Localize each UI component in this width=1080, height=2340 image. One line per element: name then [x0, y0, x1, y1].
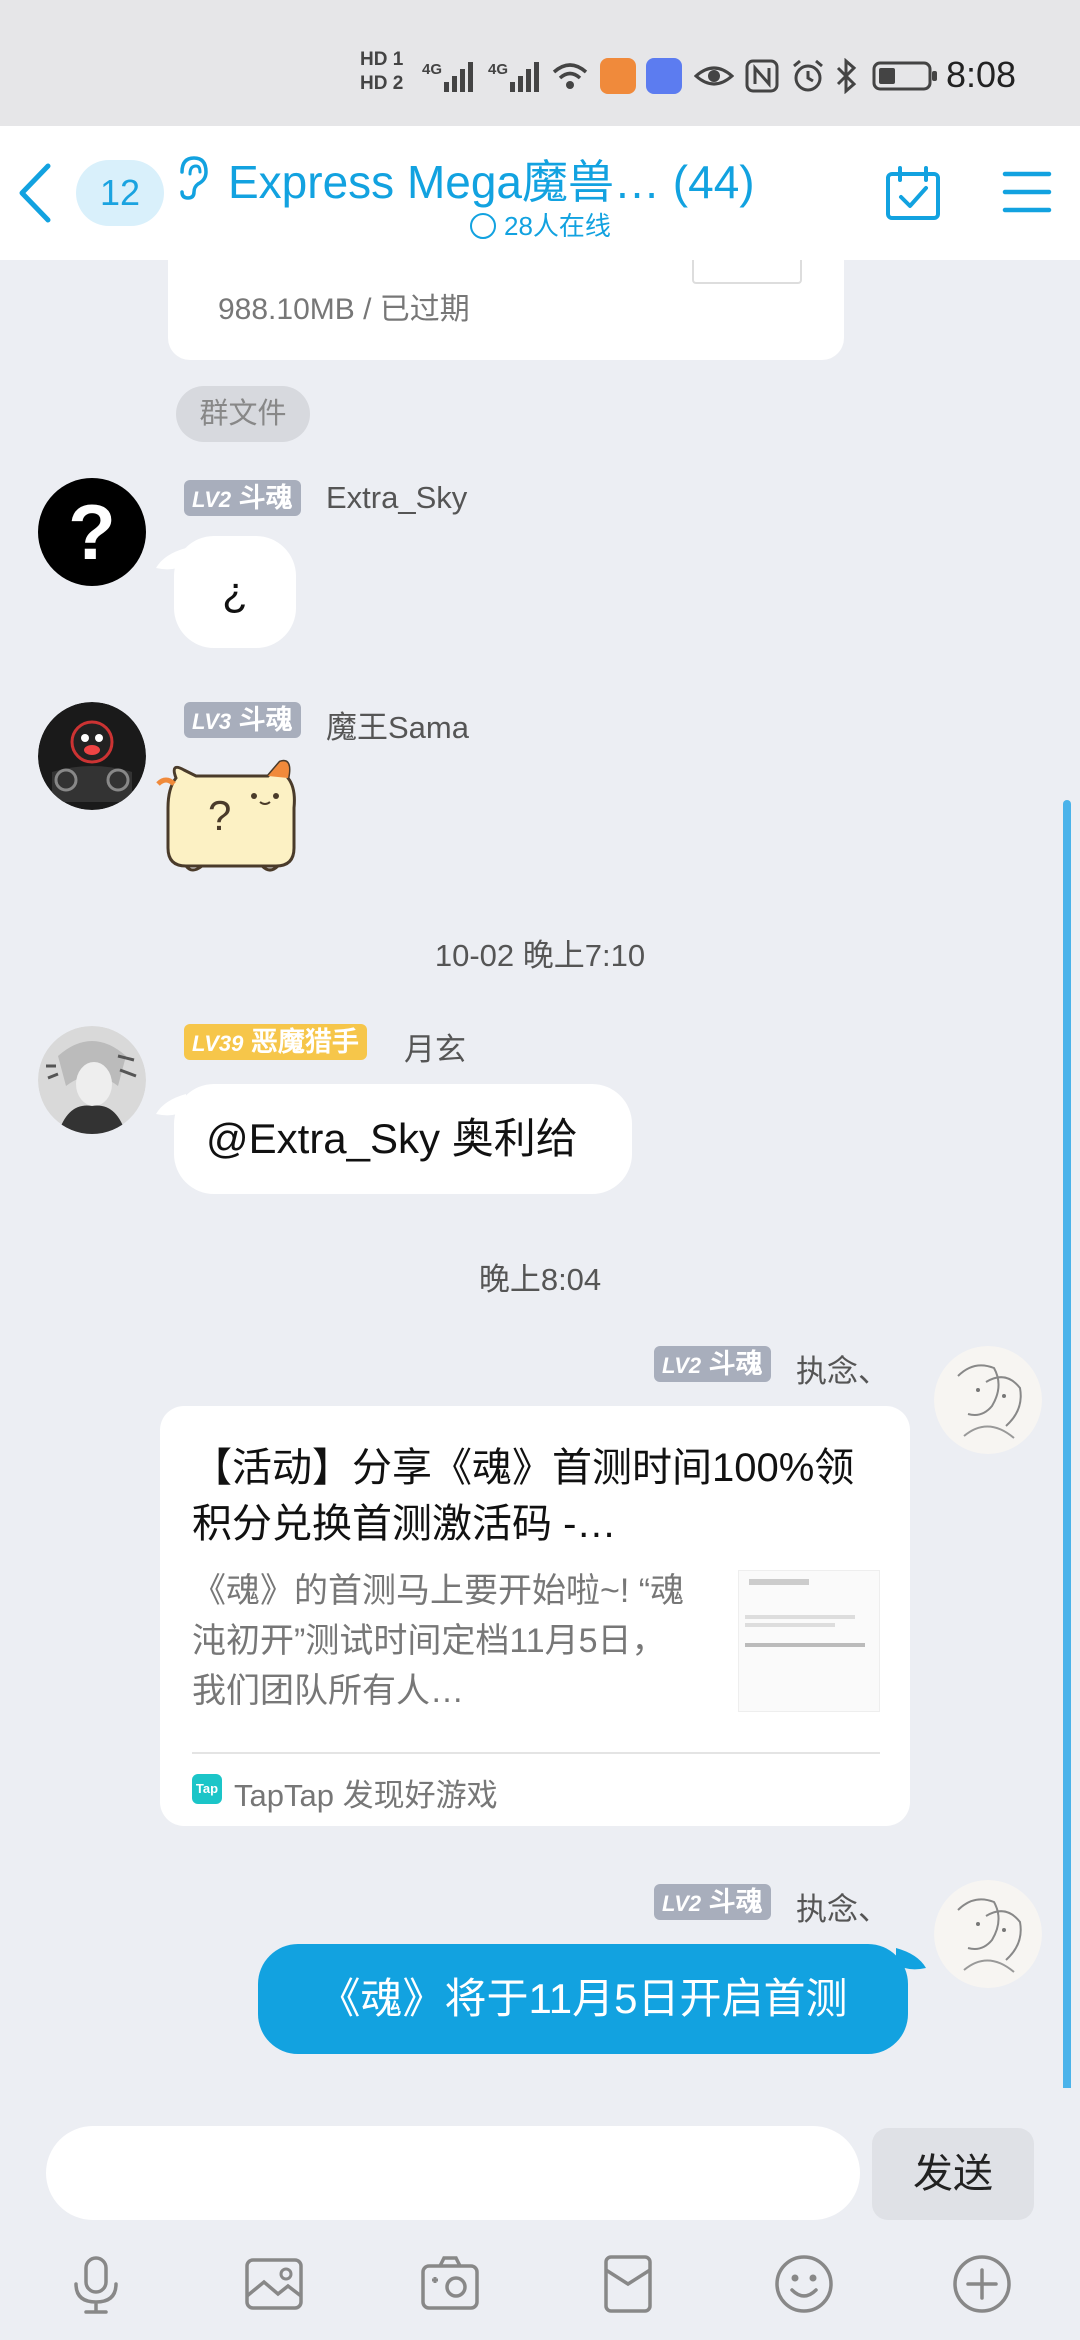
music-app-icon [646, 58, 682, 94]
file-thumbnail [692, 260, 802, 284]
battery-icon [872, 61, 937, 91]
group-file-tag[interactable]: 群文件 [176, 386, 310, 442]
eye-icon [694, 66, 734, 86]
clock: 8:08 [946, 54, 1017, 95]
sender-nickname[interactable]: 月玄 [404, 1024, 466, 1069]
emoji-icon[interactable] [772, 2252, 836, 2316]
calendar-check-icon[interactable] [884, 164, 942, 222]
time-separator: 10-02 晚上7:10 [434, 938, 646, 973]
group-name: Express Mega魔兽… [228, 156, 661, 208]
health-app-icon [600, 58, 636, 94]
link-card-title: 【活动】分享《魂》首测时间100%领积分兑换首测激活码 -… [192, 1446, 855, 1546]
back-icon[interactable] [14, 160, 58, 226]
level-badge: LV39 恶魔猎手 [184, 1024, 367, 1060]
thumb-line [745, 1623, 835, 1627]
message-bubble[interactable]: @Extra_Sky 奥利给 [174, 1084, 632, 1194]
message-input[interactable] [46, 2126, 860, 2220]
cat-sticker[interactable]: ? [156, 748, 306, 878]
sender-nickname[interactable]: 魔王Sama [326, 702, 469, 747]
link-card-source: TapTap 发现好游戏 [234, 1778, 498, 1813]
sticker-question-mark: ? [208, 792, 232, 839]
send-button[interactable]: 发送 [872, 2128, 1034, 2220]
file-size-status: 988.10MB / 已过期 [218, 293, 470, 326]
message-bubble[interactable]: ¿ [174, 536, 296, 648]
avatar-yuexuan[interactable] [38, 1026, 146, 1134]
image-icon[interactable] [242, 2252, 306, 2316]
online-check-icon [470, 213, 496, 240]
sent-message-bubble[interactable]: 《魂》将于11月5日开启首测 [258, 1944, 908, 2054]
plus-icon[interactable] [950, 2252, 1014, 2316]
thumb-line [745, 1615, 855, 1619]
sender-nickname[interactable]: 执念、 [796, 1884, 889, 1929]
sender-nickname[interactable]: Extra_Sky [326, 480, 467, 516]
menu-icon[interactable] [1002, 170, 1052, 214]
level-badge: LV2 斗魂 [184, 480, 301, 516]
ear-icon[interactable] [172, 154, 212, 202]
unread-count-badge[interactable]: 12 [76, 160, 164, 226]
taptap-logo-icon: Tap [192, 1774, 222, 1804]
time-separator: 晚上8:04 [478, 1262, 602, 1297]
thumb-line [745, 1643, 865, 1647]
link-card-description: 《魂》的首测马上要开始啦~! “魂沌初开”测试时间定档11月5日，我们团队所有人… [192, 1572, 685, 1710]
level-badge: LV2 斗魂 [654, 1346, 771, 1382]
level-badge: LV2 斗魂 [654, 1884, 771, 1920]
wifi-icon [552, 63, 588, 89]
thumb-line [749, 1579, 809, 1585]
network-label-2: 4G [488, 61, 508, 78]
member-count: (44) [672, 156, 755, 208]
bluetooth-icon [836, 58, 857, 94]
alarm-icon [793, 59, 823, 92]
signal-icon-1: 4G [422, 61, 473, 92]
signal-icon-2: 4G [488, 61, 539, 92]
avatar-mowang-sama[interactable] [38, 702, 146, 810]
avatar-zhinian[interactable] [934, 1346, 1042, 1454]
sender-nickname[interactable]: 执念、 [796, 1346, 889, 1391]
avatar-extra-sky[interactable]: ? [38, 478, 146, 586]
link-card-thumbnail [738, 1570, 880, 1712]
level-badge: LV3 斗魂 [184, 702, 301, 738]
sim-hd-indicator: HD 1 HD 2 [360, 49, 404, 94]
camera-icon[interactable] [418, 2252, 482, 2316]
online-count-text: 28人在线 [504, 211, 611, 241]
link-card-divider [192, 1752, 880, 1754]
red-packet-icon[interactable] [596, 2252, 660, 2316]
network-label-1: 4G [422, 61, 442, 78]
nfc-icon [745, 59, 779, 93]
online-status[interactable]: 28人在线 [470, 206, 611, 243]
microphone-icon[interactable] [64, 2252, 128, 2316]
group-title[interactable]: Express Mega魔兽… (44) [228, 146, 755, 212]
avatar-zhinian[interactable] [934, 1880, 1042, 1988]
chat-scrollbar[interactable] [1063, 800, 1071, 2100]
